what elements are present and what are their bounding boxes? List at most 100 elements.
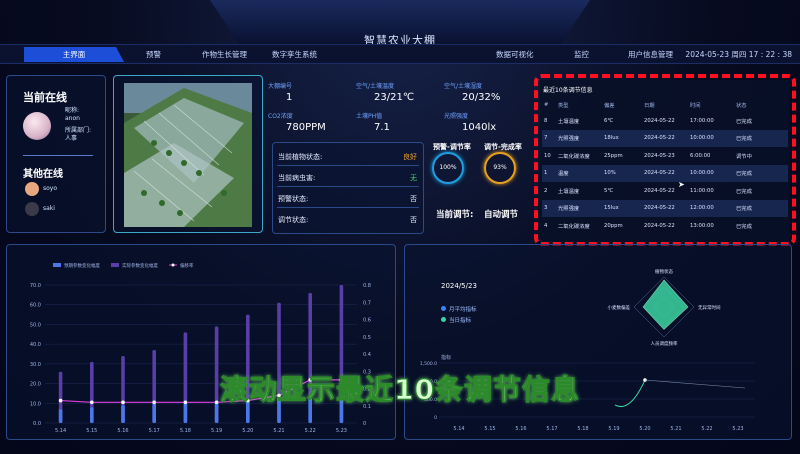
metric-2: 空气/土壤湿度 20/32% (444, 83, 501, 103)
table-cell: 15lux (604, 205, 619, 212)
status-label-2: 预警状态: (278, 195, 309, 203)
adjust-table-panel: 最近10条调节信息 # 类型 偏差 日期 时间 状态 8 土壤温度 6℃ 2024-0… (540, 80, 790, 242)
table-cell: 8 (544, 117, 548, 124)
table-row[interactable]: 10 二氧化碳浓度 25ppm 2024-05-23 6:00:00 调节中 (542, 147, 788, 165)
current-adjust-label: 当前调节: (436, 210, 474, 220)
other-user-1: soyo (43, 185, 58, 192)
nav-growth[interactable]: 作物生长管理 (196, 47, 253, 62)
nav-monitor[interactable]: 监控 (568, 47, 595, 62)
radar-area (642, 279, 689, 330)
other-user-2: saki (43, 205, 55, 212)
x-tick-label: 5.14 (55, 428, 66, 434)
table-cell: 10% (604, 170, 616, 177)
avatar[interactable] (23, 112, 51, 140)
y-tick-label: 40.0 (30, 342, 41, 348)
radar-axis-label: 植物状态 (655, 268, 673, 275)
x-tick-label: 5.16 (117, 428, 128, 434)
table-row[interactable]: 4 二氧化碳浓度 20ppm 2024-05-22 13:00:00 已完成 (542, 217, 788, 235)
th-index: # (544, 102, 549, 108)
x-tick-label: 5.18 (180, 428, 191, 434)
metrics-grid: 大棚编号 1 空气/土壤温度 23/21℃ 空气/土壤湿度 20/32% CO2浓度 7… (268, 78, 528, 140)
status-value-1: 无 (410, 174, 417, 182)
th-deviation: 偏差 (604, 103, 615, 109)
nav-twin[interactable]: 数字孪生系统 (266, 47, 323, 62)
others-title: 其他在线 (23, 169, 63, 180)
legend-label: 预期参数变化幅度 (64, 262, 100, 269)
table-cell: 1 (544, 170, 548, 177)
table-cell: 已完成 (736, 188, 752, 195)
bar-expected (90, 407, 94, 423)
table-row[interactable]: 3 光照强度 15lux 2024-05-22 12:00:00 已完成 (542, 199, 788, 217)
adjust-table: # 类型 偏差 日期 时间 状态 8 土壤温度 6℃ 2024-05-22 17:00:… (542, 98, 788, 235)
th-status: 状态 (736, 103, 747, 109)
table-cell: 已完成 (736, 136, 752, 143)
x-tick-label: 5.23 (336, 428, 347, 434)
table-cell: 6℃ (604, 117, 614, 124)
y2-tick-label: 0 (363, 421, 366, 427)
x-tick-label: 5.23 (732, 426, 743, 432)
x-tick-label: 5.16 (515, 426, 526, 432)
right-chart-panel: 2024/5/23 月平均指标 当日指标 指标 植物状态 无异常时间 人员调度频率小… (404, 244, 792, 440)
x-tick-label: 5.19 (211, 428, 222, 434)
x-tick-label: 5.17 (149, 428, 160, 434)
table-cell: 已完成 (736, 118, 752, 125)
metric-5: 光照强度 1040lx (444, 113, 497, 133)
bar-line-chart: 0.010.020.030.040.050.060.070.000.10.20.… (30, 262, 371, 434)
legend-label: 偏移率 (180, 262, 194, 269)
y2-tick-label: 0.6 (363, 318, 371, 324)
table-row[interactable]: 7 光照强度 18lux 2024-05-22 10:00:00 已完成 (542, 129, 788, 147)
status-panel: 当前植物状态: 良好 当前病虫害: 无 预警状态: 否 调节状态: 否 (272, 142, 424, 234)
table-cell: 二氧化碳浓度 (558, 223, 590, 230)
table-cell: 调节中 (736, 153, 752, 160)
nav-visual[interactable]: 数据可视化 (490, 47, 540, 62)
table-cell: 已完成 (736, 223, 752, 230)
divider (23, 155, 93, 156)
table-cell: 2024-05-22 (644, 117, 675, 124)
current-adjust-value: 自动调节 (484, 210, 519, 220)
table-row[interactable]: 2 土壤温度 5℃ 2024-05-22 11:00:00 已完成 (542, 182, 788, 200)
nickname-label: 昵称: (65, 107, 80, 114)
status-label-1: 当前病虫害: (278, 174, 316, 182)
datetime: 2024-05-23 周四 17 : 22 : 38 (685, 50, 792, 59)
dept: 人事 (65, 135, 78, 142)
table-cell: 2024-05-22 (644, 205, 675, 212)
status-label-0: 当前植物状态: (278, 153, 323, 161)
table-cell: 已完成 (736, 206, 752, 213)
nav-main[interactable]: 主界面 (24, 47, 124, 62)
y-tick-label: 60.0 (30, 303, 41, 309)
table-cell: 2024-05-22 (644, 135, 675, 142)
legend-swatch (53, 263, 61, 267)
y2-tick-label: 0.7 (363, 300, 371, 306)
online-panel: 当前在线 昵称: anon 所属部门: 人事 其他在线 soyo saki (6, 75, 106, 233)
table-header: # 类型 偏差 日期 时间 状态 (542, 98, 788, 112)
radar-line-chart: 植物状态无异常时间人员调度频率小麦数偏差0500.01,000.01,500.0… (420, 268, 755, 432)
table-cell: 温度 (558, 171, 569, 178)
avatar-saki[interactable] (25, 202, 39, 216)
x-tick-label: 5.22 (701, 426, 712, 432)
avatar-soyo[interactable] (25, 182, 39, 196)
greenhouse-photo-panel (113, 75, 263, 233)
y-tick-label: 0 (434, 415, 437, 421)
table-row[interactable]: 8 土壤温度 6℃ 2024-05-22 17:00:00 已完成 (542, 112, 788, 130)
x-tick-label: 5.18 (577, 426, 588, 432)
nickname: anon (65, 115, 80, 122)
table-cell: 3 (544, 205, 548, 212)
table-cell: 2024-05-22 (644, 222, 675, 229)
table-cell: 18lux (604, 135, 619, 142)
nav-user[interactable]: 用户信息管理 (622, 47, 679, 62)
y2-tick-label: 0.8 (363, 283, 371, 289)
x-tick-label: 5.22 (305, 428, 316, 434)
table-cell: 2 (544, 187, 548, 194)
adjust-table-title: 最近10条调节信息 (543, 87, 593, 94)
th-time: 时间 (690, 103, 701, 109)
warn-rate-label: 预警-调节率 (433, 143, 471, 151)
table-cell: 5℃ (604, 187, 614, 194)
table-cell: 6:00:00 (690, 152, 711, 159)
legend-label: 实际参数变化幅度 (122, 262, 158, 269)
radar-axis-label: 小麦数偏差 (608, 304, 631, 311)
table-row[interactable]: 1 温度 10% 2024-05-22 10:00:00 已完成 (542, 164, 788, 182)
table-cell: 二氧化碳浓度 (558, 153, 590, 160)
x-tick-label: 5.14 (453, 426, 464, 432)
bar-chart-panel: 0.0 10.0 20.0 30.0 40.0 50.0 60.0 70.0 0 0.1 0.2 0.… (6, 244, 396, 440)
nav-warning[interactable]: 预警 (140, 47, 167, 62)
